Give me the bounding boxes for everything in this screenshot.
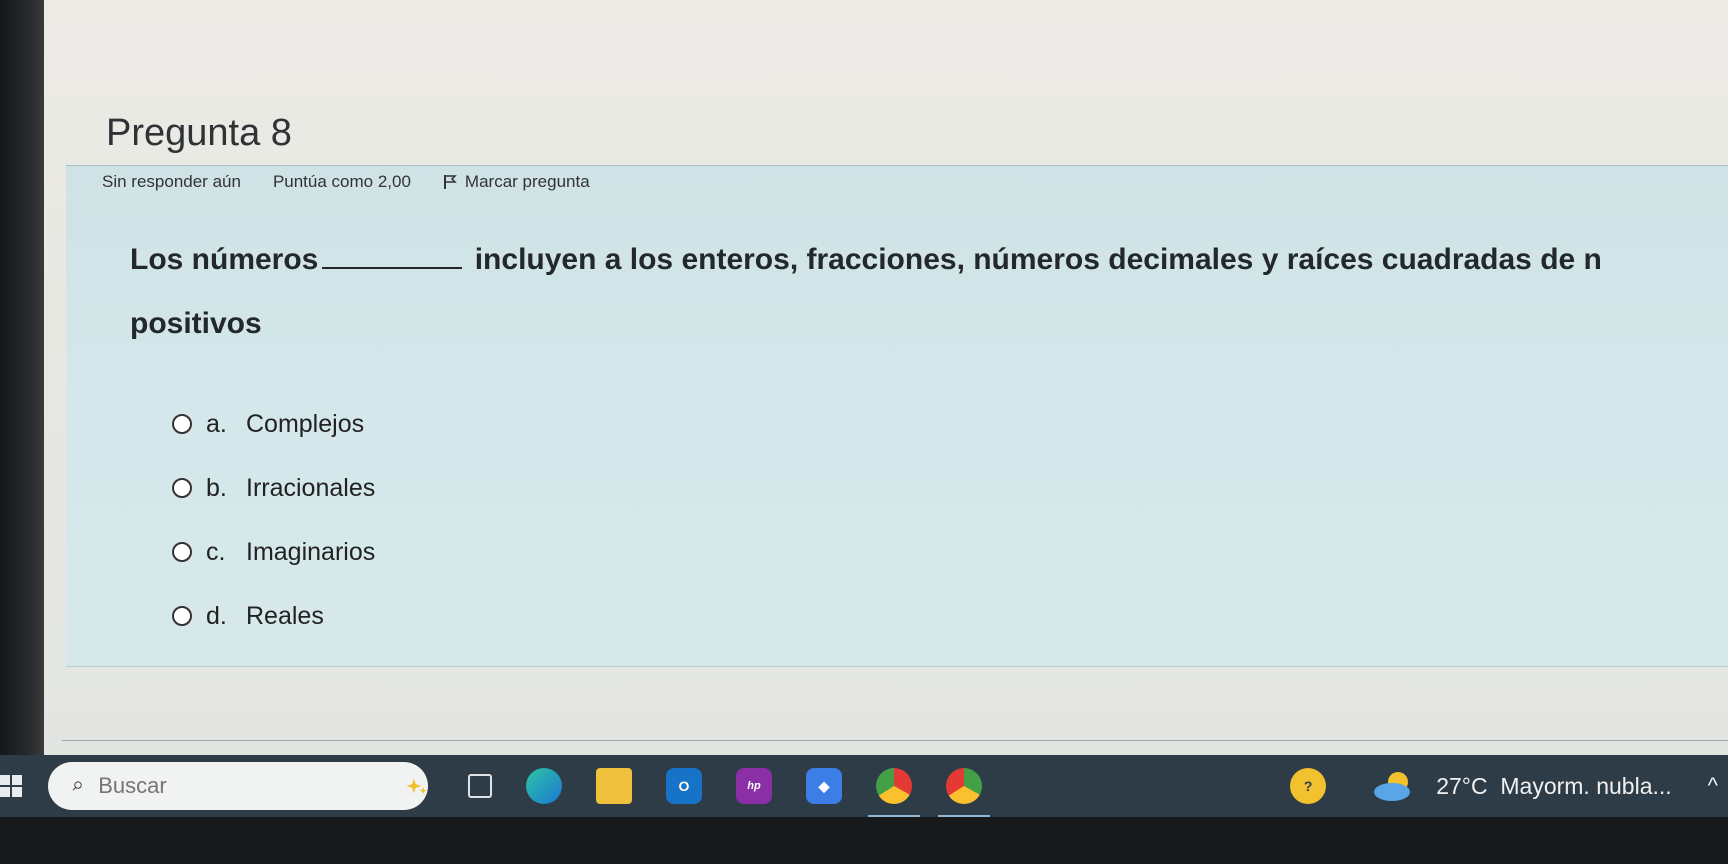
task-view-icon[interactable] — [468, 774, 492, 798]
chrome-profile-icon[interactable] — [938, 768, 990, 818]
option-label: Reales — [246, 601, 324, 630]
radio-button[interactable] — [172, 478, 192, 498]
option-a[interactable]: a. Complejos — [172, 392, 375, 456]
file-explorer-icon[interactable] — [596, 768, 632, 804]
option-letter: d. — [206, 601, 227, 630]
hp-icon[interactable]: hp — [736, 768, 772, 804]
temperature: 27°C — [1436, 772, 1488, 799]
question-text: Los números incluyen a los enteros, frac… — [130, 228, 1728, 356]
chevron-up-icon[interactable]: ^ — [1708, 773, 1718, 799]
question-meta: Sin responder aún Puntúa como 2,00 Marca… — [102, 172, 622, 192]
taskbar: O hp ◆ ? 27°C Mayorm. nubla... ^ — [0, 755, 1728, 818]
taskbar-search[interactable] — [48, 762, 428, 810]
outlook-icon[interactable]: O — [666, 768, 702, 804]
dropbox-icon[interactable]: ◆ — [806, 768, 842, 804]
search-icon — [72, 781, 82, 791]
option-c[interactable]: c. Imaginarios — [172, 520, 375, 584]
option-letter: a. — [206, 409, 227, 438]
weather-description: Mayorm. nubla... — [1500, 772, 1672, 799]
edge-icon[interactable] — [526, 768, 562, 804]
copilot-icon[interactable] — [400, 766, 428, 806]
flag-icon — [443, 175, 457, 189]
option-b[interactable]: b. Irracionales — [172, 456, 375, 520]
question-score: Puntúa como 2,00 — [272, 172, 411, 191]
monitor-bezel — [0, 0, 44, 864]
answer-blank — [322, 241, 463, 269]
question-text-before: Los números — [130, 243, 319, 276]
radio-button[interactable] — [172, 414, 192, 434]
answer-options: a. Complejos b. Irracionales c. Imaginar… — [172, 392, 375, 648]
option-label: Complejos — [246, 409, 365, 438]
option-label: Imaginarios — [246, 537, 376, 566]
monitor-bezel-bottom — [0, 817, 1728, 864]
option-letter: b. — [206, 473, 227, 502]
search-input[interactable] — [96, 772, 261, 800]
question-title: Pregunta 8 — [106, 112, 292, 154]
radio-button[interactable] — [172, 606, 192, 626]
weather-widget[interactable]: 27°C Mayorm. nubla... — [1436, 773, 1671, 800]
chrome-icon[interactable] — [868, 768, 920, 818]
option-label: Irracionales — [246, 473, 376, 502]
question-text-after: incluyen a los enteros, fracciones, núme… — [474, 243, 1602, 276]
radio-button[interactable] — [172, 542, 192, 562]
browser-content: Pregunta 8 Sin responder aún Puntúa como… — [44, 0, 1728, 760]
system-tray: ? 27°C Mayorm. nubla... ^ — [1290, 768, 1718, 804]
help-icon[interactable]: ? — [1290, 768, 1327, 804]
flag-question-label: Marcar pregunta — [464, 172, 590, 191]
question-text-line2: positivos — [130, 307, 262, 340]
option-letter: c. — [206, 537, 226, 566]
option-d[interactable]: d. Reales — [172, 584, 375, 648]
flag-question-link[interactable]: Marcar pregunta — [443, 172, 622, 192]
question-status: Sin responder aún — [102, 172, 241, 191]
windows-icon[interactable] — [0, 775, 22, 797]
page-divider — [62, 740, 1728, 741]
taskbar-apps: O hp ◆ — [468, 768, 1016, 818]
weather-cloud-icon[interactable] — [1372, 770, 1416, 802]
